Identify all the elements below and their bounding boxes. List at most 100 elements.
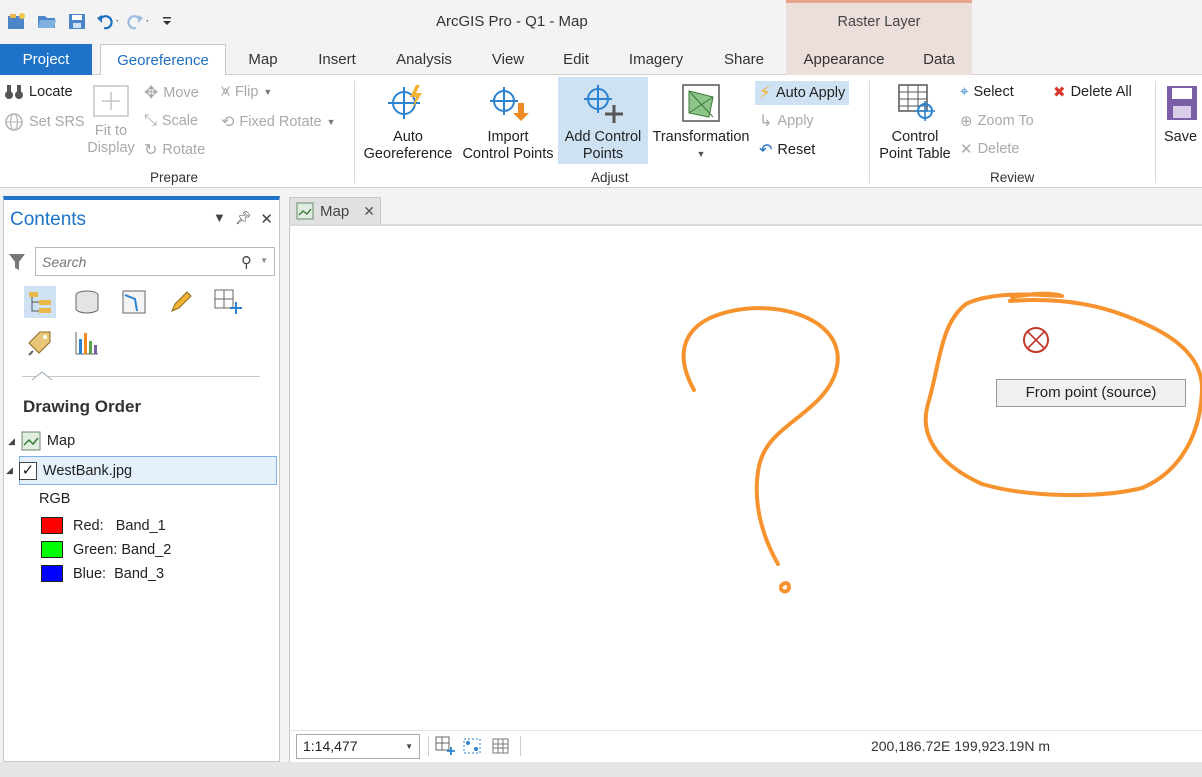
move-icon: ✥ — [144, 83, 159, 102]
tab-insert[interactable]: Insert — [311, 44, 363, 75]
save-label: Save — [1164, 129, 1198, 145]
list-by-charts-icon[interactable] — [71, 327, 103, 359]
tab-map-view[interactable]: Map ✕ — [289, 197, 381, 224]
from-point-tooltip: From point (source) — [996, 379, 1186, 407]
reset-label: Reset — [777, 142, 816, 158]
set-srs-button[interactable]: Set SRS — [4, 112, 85, 132]
close-icon[interactable]: ✕ — [363, 203, 375, 220]
move-button[interactable]: ✥ Move — [144, 83, 199, 103]
crosshair-marker-icon — [1023, 327, 1049, 353]
filter-icon[interactable] — [8, 252, 26, 275]
apply-button[interactable]: ↳ Apply — [759, 111, 814, 131]
tab-imagery[interactable]: Imagery — [622, 44, 690, 75]
tree-item-layer-westbank[interactable]: ◢ ✓ WestBank.jpg — [6, 456, 277, 485]
save-project-icon[interactable] — [66, 10, 88, 32]
delete-icon: ✕ — [960, 141, 973, 158]
contents-pane: Contents ▼ 📌︎ ✕ ⚲ ▼ Drawing Order ◢ Map — [3, 196, 280, 762]
fit-to-display-button[interactable]: Fit to Display — [84, 83, 138, 157]
import-control-points-button[interactable]: Import Control Points — [460, 81, 556, 163]
list-by-data-source-icon[interactable] — [71, 286, 103, 318]
flip-button[interactable]: ⩙ Flip ▼ — [221, 83, 272, 101]
fixed-rotate-button[interactable]: ⟲ Fixed Rotate ▼ — [221, 112, 336, 132]
ribbon-georeference: Locate Set SRS Fit to Display ✥ Move ⤡ S… — [0, 75, 1202, 188]
search-options-chevron-icon[interactable]: ▼ — [260, 256, 268, 265]
legend-red-band: Red: Band_1 — [41, 517, 166, 534]
tab-analysis[interactable]: Analysis — [390, 44, 458, 75]
redo-icon[interactable] — [126, 10, 148, 32]
snap-points-icon[interactable] — [462, 736, 484, 759]
scale-button[interactable]: ⤡ Scale — [144, 112, 198, 130]
layer-visibility-checkbox[interactable]: ✓ — [18, 461, 37, 480]
list-by-editing-pencil-icon[interactable] — [165, 286, 197, 318]
map-tab-label: Map — [320, 202, 350, 220]
map-status-bar: 1:14,477 ▼ 200,186.72E 199,923.19N m — [289, 730, 1202, 762]
save-button[interactable]: Save — [1164, 81, 1202, 146]
locate-button[interactable]: Locate — [4, 83, 73, 101]
group-label-adjust: Adjust — [591, 170, 629, 185]
transformation-button[interactable]: Transformation ▼ — [650, 81, 752, 163]
transformation-icon — [679, 81, 723, 125]
tab-georeference[interactable]: Georeference — [100, 44, 226, 76]
auto-georeference-button[interactable]: Auto Georeference — [362, 81, 454, 163]
group-separator — [354, 81, 355, 183]
tab-view[interactable]: View — [486, 44, 530, 75]
select-button[interactable]: ⌖ Select — [960, 83, 1014, 100]
delete-all-button[interactable]: ✖ Delete All — [1053, 83, 1132, 101]
snapping-grid-icon[interactable] — [435, 736, 457, 759]
drawing-order-heading: Drawing Order — [23, 397, 142, 416]
app-title: ArcGIS Pro - Q1 - Map — [436, 13, 588, 30]
delete-all-icon: ✖ — [1053, 84, 1066, 101]
scale-icon: ⤡ — [144, 112, 157, 129]
control-point-table-button[interactable]: Control Point Table — [876, 81, 954, 163]
list-by-selection-icon[interactable] — [118, 286, 150, 318]
rgb-label: RGB — [39, 491, 71, 507]
tab-share[interactable]: Share — [718, 44, 770, 75]
expand-triangle-icon[interactable]: ◢ — [6, 465, 13, 476]
tree-item-map[interactable]: ◢ Map — [8, 431, 75, 451]
rotate-button[interactable]: ↻ Rotate — [144, 140, 205, 160]
add-control-points-button[interactable]: Add Control Points — [558, 77, 648, 164]
reset-button[interactable]: ↶ Reset — [759, 140, 815, 160]
search-icon[interactable]: ⚲ — [241, 253, 252, 271]
new-project-icon[interactable] — [6, 10, 28, 32]
fit-to-display-icon — [89, 83, 133, 119]
tab-edit[interactable]: Edit — [558, 44, 594, 75]
grid-icon[interactable] — [491, 736, 511, 759]
search-input[interactable] — [36, 248, 226, 275]
tab-appearance[interactable]: Appearance — [798, 44, 890, 75]
undo-icon[interactable] — [96, 10, 118, 32]
open-project-icon[interactable] — [36, 10, 58, 32]
tab-map[interactable]: Map — [243, 44, 283, 75]
legend-blue-band: Blue: Band_3 — [41, 565, 164, 582]
caret-up-icon — [30, 368, 54, 384]
search-field[interactable]: ⚲ ▼ — [35, 247, 275, 276]
pane-menu-chevron-icon[interactable]: ▼ — [213, 210, 226, 228]
list-by-labeling-icon[interactable] — [24, 327, 56, 359]
chevron-down-icon: ▼ — [696, 149, 706, 159]
auto-georeference-label-2: Georeference — [363, 146, 453, 162]
fit-to-display-label-1: Fit to — [94, 123, 128, 139]
close-icon[interactable]: ✕ — [260, 210, 273, 228]
delete-button[interactable]: ✕ Delete — [960, 140, 1020, 158]
zoom-to-button[interactable]: ⊕ Zoom To — [960, 112, 1034, 130]
list-by-snapping-icon[interactable] — [212, 286, 244, 318]
import-control-points-label-1: Import — [487, 129, 529, 145]
expand-triangle-icon[interactable]: ◢ — [8, 436, 15, 447]
auto-apply-button[interactable]: ⚡ Auto Apply — [755, 81, 850, 105]
rotate-icon: ↻ — [144, 142, 158, 159]
delete-label: Delete — [977, 141, 1020, 157]
map-view[interactable]: From point (source) — [289, 224, 1202, 730]
tab-data[interactable]: Data — [916, 44, 962, 75]
pin-icon[interactable]: 📌︎ — [235, 210, 252, 228]
move-label: Move — [163, 85, 199, 101]
binoculars-icon — [5, 85, 23, 99]
chevron-down-icon: ▼ — [405, 742, 413, 751]
customize-icon[interactable] — [156, 10, 178, 32]
divider — [22, 376, 260, 377]
list-by-drawing-order-icon[interactable] — [24, 286, 56, 318]
map-icon — [296, 202, 314, 220]
apply-icon: ↳ — [759, 113, 773, 130]
green-band-label: Green: Band_2 — [73, 541, 172, 558]
scale-dropdown[interactable]: 1:14,477 ▼ — [296, 734, 420, 759]
tab-project[interactable]: Project — [0, 44, 92, 75]
